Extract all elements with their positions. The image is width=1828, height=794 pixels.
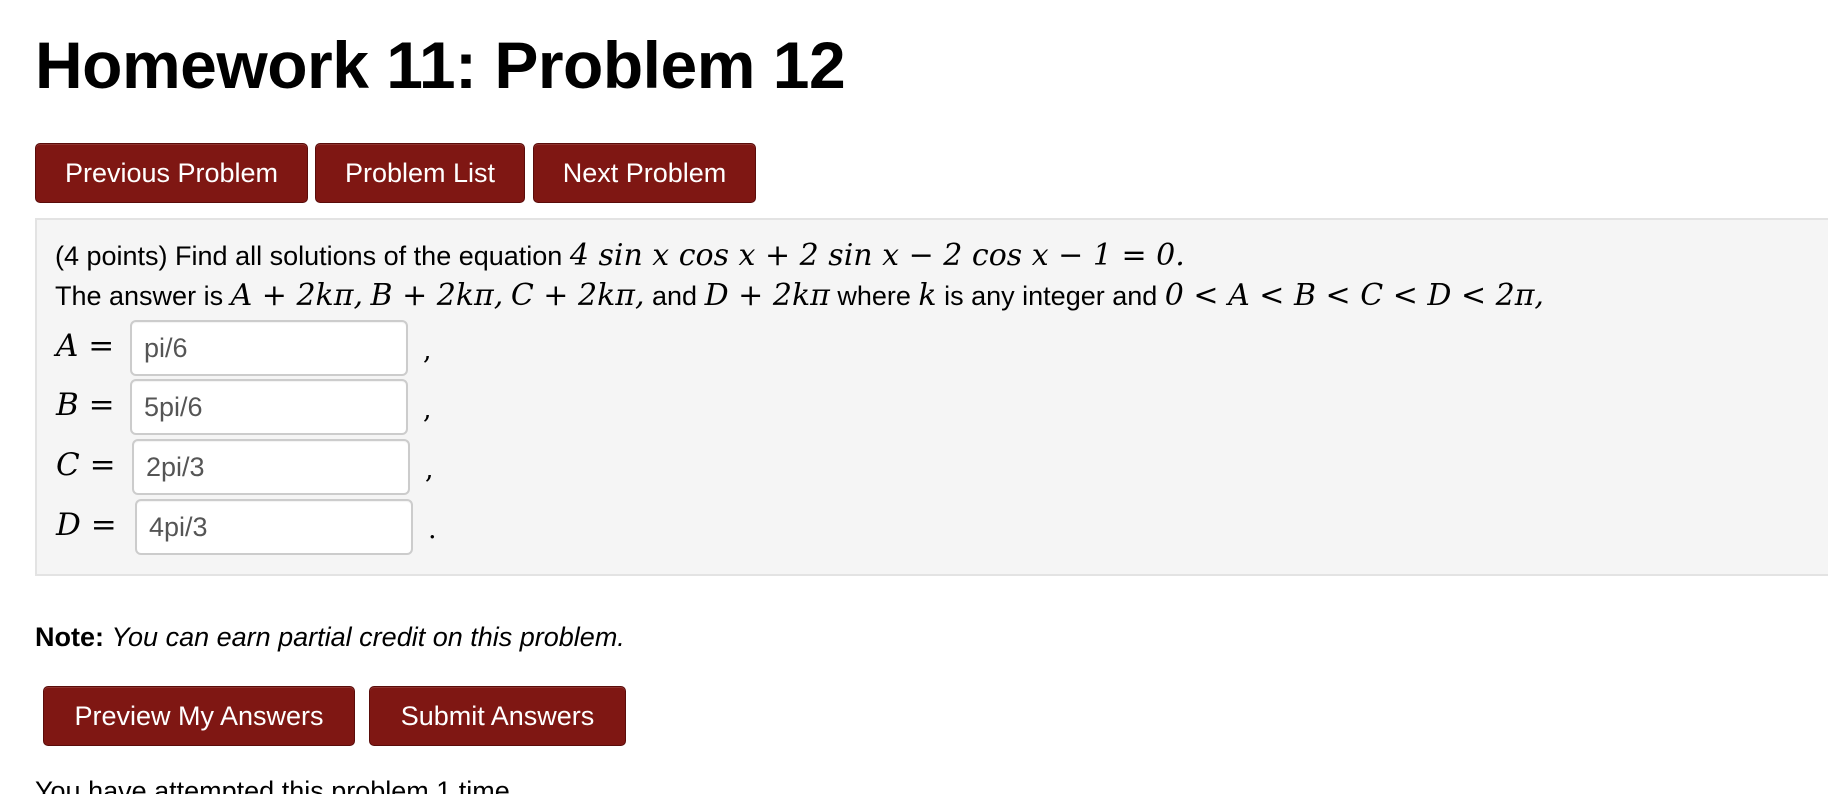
partial-credit-note: Note: You can earn partial credit on thi…	[35, 622, 625, 653]
answer-c-input[interactable]: 2pi/3	[132, 439, 410, 495]
answer-form-c: C + 2kπ,	[510, 278, 645, 313]
answer-form-a: A + 2kπ,	[230, 278, 363, 313]
note-text: You can earn partial credit on this prob…	[111, 622, 625, 652]
next-problem-button[interactable]: Next Problem	[533, 143, 756, 203]
problem-page: Homework 11: Problem 12 Previous Problem…	[0, 0, 1828, 794]
note-label: Note:	[35, 622, 104, 652]
answer-b-input[interactable]: 5pi/6	[130, 379, 408, 435]
label-b: B =	[56, 387, 115, 423]
answer-description: The answer is A + 2kπ, B + 2kπ, C + 2kπ,…	[55, 278, 1544, 313]
inequality: 0 < A < B < C < D < 2π,	[1164, 278, 1544, 313]
answer-a-input[interactable]: pi/6	[130, 320, 408, 376]
label-d: D =	[56, 507, 117, 543]
submit-answers-button[interactable]: Submit Answers	[369, 686, 626, 746]
attempts-text: You have attempted this problem 1 time.	[35, 776, 518, 794]
answer-b-punct: ,	[423, 394, 432, 425]
preview-answers-button[interactable]: Preview My Answers	[43, 686, 355, 746]
answer-c-punct: ,	[425, 454, 434, 485]
answer-d-input[interactable]: 4pi/3	[135, 499, 413, 555]
label-a: A =	[56, 328, 115, 364]
integer-text: is any integer and	[944, 281, 1158, 311]
where-text: where	[837, 281, 911, 311]
label-c: C =	[56, 447, 116, 483]
k-symbol: k	[918, 278, 937, 313]
problem-statement: (4 points) Find all solutions of the equ…	[55, 238, 1185, 273]
problem-list-button[interactable]: Problem List	[315, 143, 525, 203]
previous-problem-button[interactable]: Previous Problem	[35, 143, 308, 203]
and-word: and	[652, 281, 698, 311]
answer-form-d: D + 2kπ	[704, 278, 830, 313]
equation: 4 sin x cos x + 2 sin x − 2 cos x − 1 = …	[569, 238, 1185, 273]
page-title: Homework 11: Problem 12	[35, 28, 846, 102]
answer-form-b: B + 2kπ,	[370, 278, 504, 313]
points-text: (4 points) Find all solutions of the equ…	[55, 241, 563, 271]
answer-d-punct: .	[428, 514, 437, 545]
answer-a-punct: ,	[423, 335, 432, 366]
answer-intro: The answer is	[55, 281, 224, 311]
